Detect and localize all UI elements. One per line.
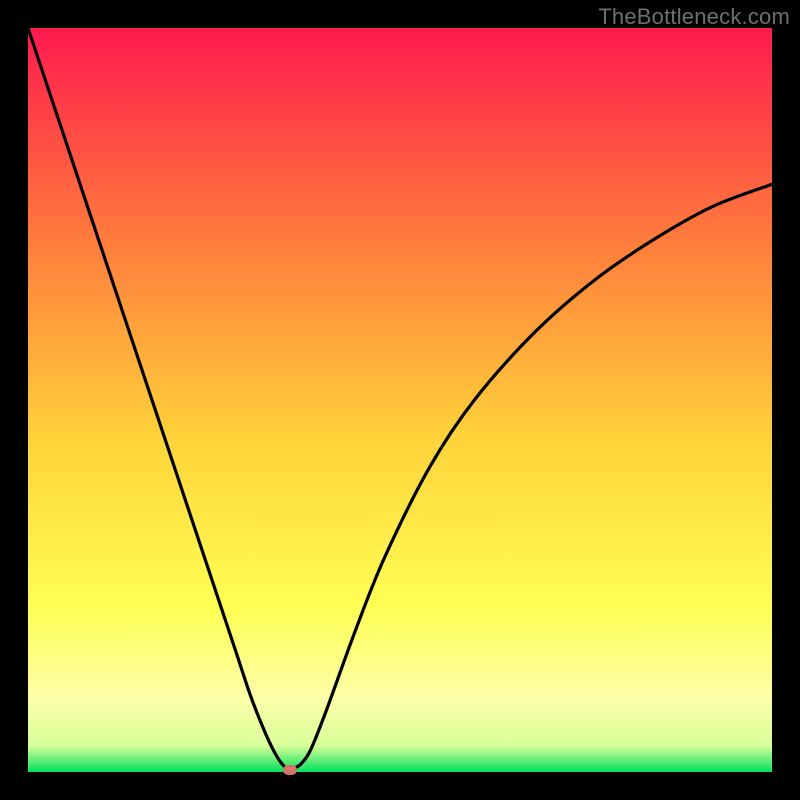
- plot-area: [28, 28, 772, 772]
- minimum-marker: [283, 765, 297, 775]
- chart-frame: TheBottleneck.com: [0, 0, 800, 800]
- bottleneck-curve: [28, 28, 772, 772]
- watermark-text: TheBottleneck.com: [598, 4, 790, 30]
